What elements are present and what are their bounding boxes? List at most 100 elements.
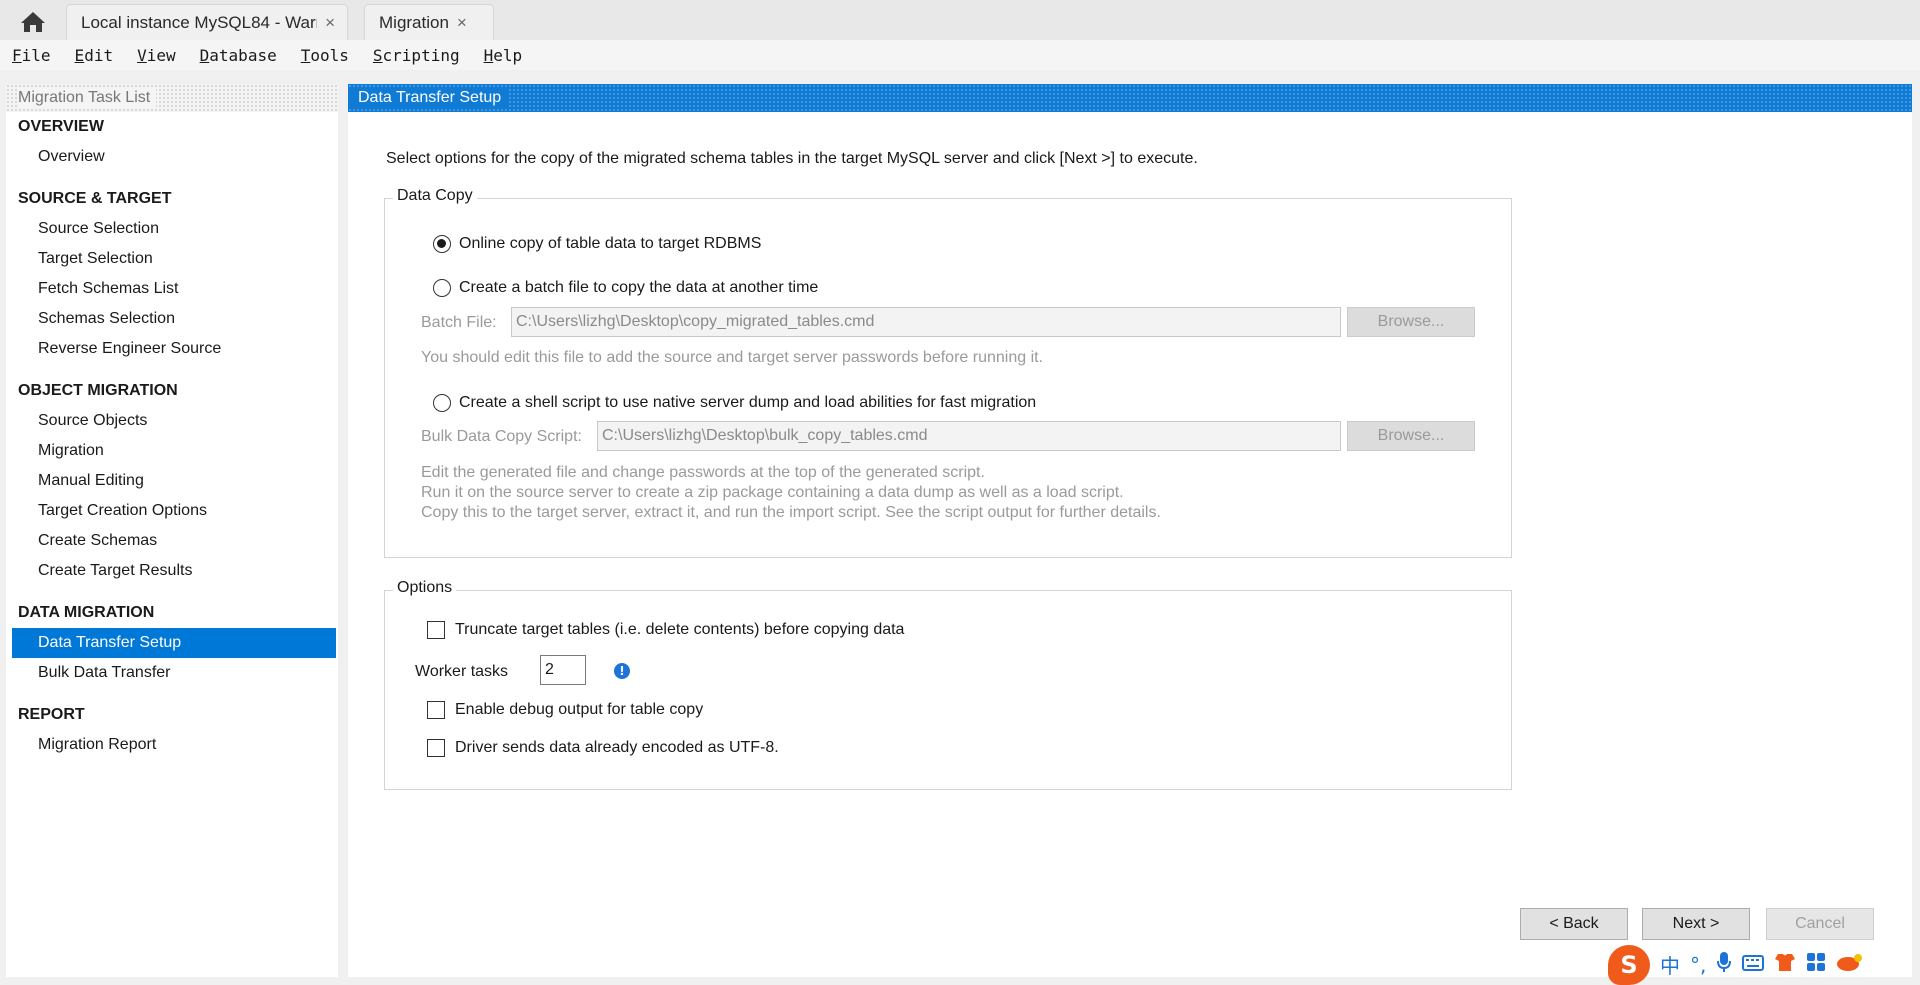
sidebar-item-migration-report[interactable]: Migration Report xyxy=(6,730,338,760)
menu-view-rest: iew xyxy=(146,45,176,65)
sidebar-item-data-transfer-setup[interactable]: Data Transfer Setup xyxy=(12,628,336,658)
back-button[interactable]: < Back xyxy=(1520,908,1628,940)
migration-task-list: Migration Task List OVERVIEW Overview SOUR… xyxy=(6,84,338,977)
tab-local-instance-label: Local instance MySQL84 - Warnin... xyxy=(81,12,317,32)
online-copy-option[interactable]: Online copy of table data to target RDBM… xyxy=(433,235,761,253)
menu-file[interactable]: File xyxy=(12,46,51,65)
bulk-browse-button[interactable]: Browse... xyxy=(1347,421,1475,451)
bulk-hint-1: Edit the generated file and change passw… xyxy=(421,464,985,481)
menu-scripting-accel: S xyxy=(372,45,383,65)
sidebar-item-migration[interactable]: Migration xyxy=(6,436,338,466)
info-icon[interactable]: ! xyxy=(614,663,630,679)
skin-icon[interactable] xyxy=(1774,952,1796,977)
tab-migration[interactable]: Migration × xyxy=(364,4,494,40)
menu-view[interactable]: View xyxy=(137,46,176,65)
online-copy-radio[interactable] xyxy=(433,235,451,253)
menu-tools[interactable]: Tools xyxy=(301,46,349,65)
home-tab[interactable] xyxy=(8,4,58,40)
ime-toolbar: S 中 °, xyxy=(1608,944,1920,985)
utf8-checkbox[interactable] xyxy=(427,739,445,757)
batch-file-field[interactable]: C:\Users\lizhg\Desktop\copy_migrated_tab… xyxy=(511,307,1341,337)
utf8-option[interactable]: Driver sends data already encoded as UTF… xyxy=(427,739,779,757)
sidebar-header: Migration Task List xyxy=(6,84,338,112)
sidebar-item-source-selection[interactable]: Source Selection xyxy=(6,214,338,244)
shell-script-option[interactable]: Create a shell script to use native serv… xyxy=(433,394,1036,412)
sidebar-item-source-objects[interactable]: Source Objects xyxy=(6,406,338,436)
batch-browse-button[interactable]: Browse... xyxy=(1347,307,1475,337)
menu-scripting[interactable]: Scripting xyxy=(373,46,460,65)
sidebar-section-title: REPORT xyxy=(18,706,85,723)
microphone-icon[interactable] xyxy=(1716,951,1732,978)
worker-tasks-input[interactable]: 2 xyxy=(540,655,586,685)
truncate-checkbox[interactable] xyxy=(427,621,445,639)
bulk-hint-3: Copy this to the target server, extract … xyxy=(421,504,1161,521)
sidebar-title: Migration Task List xyxy=(18,89,157,107)
shell-script-option-label: Create a shell script to use native serv… xyxy=(459,394,1037,411)
menu-database-rest: atabase xyxy=(209,45,277,65)
cancel-button[interactable]: Cancel xyxy=(1766,908,1874,940)
page-title: Data Transfer Setup xyxy=(348,89,510,107)
main-panel: Data Transfer Setup Select options for t… xyxy=(348,84,1912,977)
home-icon xyxy=(21,12,45,32)
sidebar-item-schemas-selection[interactable]: Schemas Selection xyxy=(6,304,338,334)
debug-checkbox[interactable] xyxy=(427,701,445,719)
sidebar-item-target-selection[interactable]: Target Selection xyxy=(6,244,338,274)
online-copy-label: Online copy of table data to target RDBM… xyxy=(459,235,762,252)
toolbox-icon[interactable] xyxy=(1806,952,1826,977)
sidebar-item-create-schemas[interactable]: Create Schemas xyxy=(6,526,338,556)
close-icon[interactable]: × xyxy=(325,13,335,33)
debug-option[interactable]: Enable debug output for table copy xyxy=(427,701,703,719)
close-icon[interactable]: × xyxy=(457,13,467,33)
main-header: Data Transfer Setup xyxy=(348,84,1912,112)
ime-logo-icon[interactable]: S xyxy=(1608,944,1650,985)
debug-label: Enable debug output for table copy xyxy=(455,701,704,718)
sidebar-item-bulk-data-transfer[interactable]: Bulk Data Transfer xyxy=(6,658,338,688)
menu-bar: File Edit View Database Tools Scripting … xyxy=(0,40,1920,70)
utf8-label: Driver sends data already encoded as UTF… xyxy=(455,739,779,756)
bulk-script-label: Bulk Data Copy Script: xyxy=(421,428,582,445)
truncate-label: Truncate target tables (i.e. delete cont… xyxy=(455,621,905,638)
sidebar-item-create-target-results[interactable]: Create Target Results xyxy=(6,556,338,586)
menu-tools-accel: T xyxy=(300,45,311,65)
menu-help-accel: H xyxy=(483,45,494,65)
sidebar-sections: OVERVIEW Overview SOURCE & TARGET Source Se… xyxy=(6,112,338,760)
batch-file-label: Batch File: xyxy=(421,314,497,331)
shell-script-radio[interactable] xyxy=(433,394,451,412)
sidebar-item-overview[interactable]: Overview xyxy=(6,142,338,172)
sidebar-item-manual-editing[interactable]: Manual Editing xyxy=(6,466,338,496)
menu-scripting-rest: cripting xyxy=(382,45,460,65)
options-legend: Options xyxy=(393,579,457,597)
mascot-icon[interactable] xyxy=(1836,952,1863,977)
keyboard-icon[interactable] xyxy=(1742,953,1765,977)
bulk-script-field[interactable]: C:\Users\lizhg\Desktop\bulk_copy_tables.… xyxy=(597,421,1341,451)
data-copy-group: Data Copy Online copy of table data to t… xyxy=(384,187,1512,558)
tab-strip: Local instance MySQL84 - Warnin... × Mig… xyxy=(0,0,1920,40)
sidebar-section-title: SOURCE & TARGET xyxy=(18,190,172,207)
batch-file-option[interactable]: Create a batch file to copy the data at … xyxy=(433,279,818,297)
sidebar-item-target-creation-options[interactable]: Target Creation Options xyxy=(6,496,338,526)
menu-edit-accel: E xyxy=(74,45,85,65)
next-button[interactable]: Next > xyxy=(1642,908,1750,940)
data-copy-legend: Data Copy xyxy=(393,187,477,205)
batch-file-option-label: Create a batch file to copy the data at … xyxy=(459,279,819,296)
menu-help-rest: elp xyxy=(493,45,523,65)
worker-tasks-label: Worker tasks xyxy=(415,663,509,680)
ime-chinese-mode[interactable]: 中 xyxy=(1660,950,1680,979)
ime-punctuation[interactable]: °, xyxy=(1690,953,1706,977)
menu-help[interactable]: Help xyxy=(484,46,523,65)
batch-file-radio[interactable] xyxy=(433,279,451,297)
menu-edit[interactable]: Edit xyxy=(75,46,114,65)
truncate-option[interactable]: Truncate target tables (i.e. delete cont… xyxy=(427,621,904,639)
sidebar-item-fetch-schemas-list[interactable]: Fetch Schemas List xyxy=(6,274,338,304)
intro-text: Select options for the copy of the migra… xyxy=(386,150,1198,167)
sidebar-section-title: OVERVIEW xyxy=(18,118,104,135)
tab-local-instance[interactable]: Local instance MySQL84 - Warnin... × xyxy=(66,4,348,40)
menu-tools-rest: ools xyxy=(310,45,349,65)
menu-database[interactable]: Database xyxy=(200,46,277,65)
bulk-hint-2: Run it on the source server to create a … xyxy=(421,484,1124,501)
sidebar-item-reverse-engineer-source[interactable]: Reverse Engineer Source xyxy=(6,334,338,364)
